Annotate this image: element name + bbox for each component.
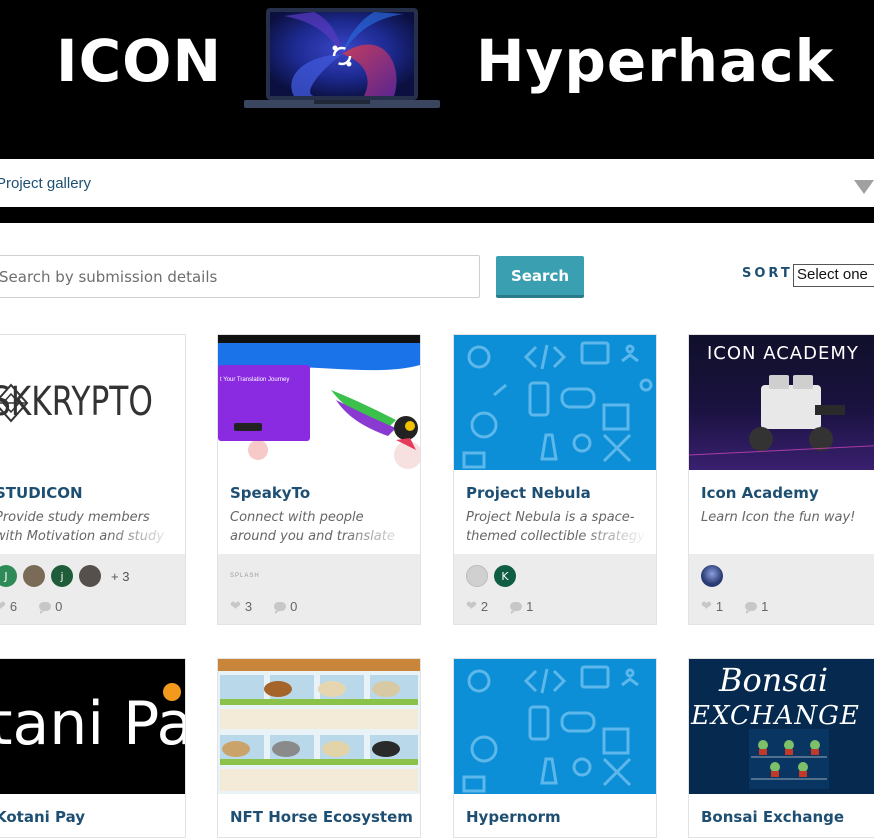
project-title[interactable]: Bonsai Exchange: [701, 808, 844, 826]
more-members-count: + 3: [111, 568, 130, 584]
team-members: [701, 565, 723, 587]
sort-select[interactable]: Select one: [793, 264, 874, 287]
project-thumbnail[interactable]: tani Pa: [0, 659, 185, 794]
project-card[interactable]: Hypernorm: [453, 658, 657, 838]
avatar[interactable]: K: [494, 565, 516, 587]
thumbnail-popup: t Your Translation Journey: [218, 365, 310, 441]
comments-count: 0: [55, 598, 63, 614]
sort-label: SORT: [742, 266, 793, 281]
project-title[interactable]: Icon Academy: [701, 484, 819, 502]
likes-count: 3: [244, 598, 253, 614]
likes-count: 6: [9, 598, 18, 614]
triangle-down-icon[interactable]: [854, 180, 874, 194]
icon-logo-icon: [244, 8, 440, 108]
team-members: K: [466, 565, 516, 587]
card-footer: ❤ 1 1: [689, 554, 874, 624]
project-description: Learn Icon the fun way!: [701, 508, 874, 546]
thumbnail-text: SKKRYPTO: [0, 379, 153, 425]
popup-button: [234, 423, 262, 431]
nav-divider-strip: [0, 207, 874, 223]
bonsai-shelf-icon: [749, 729, 829, 789]
tech-pattern-icon: [462, 341, 653, 469]
project-thumbnail[interactable]: ICON ACADEMY: [689, 335, 874, 470]
project-card[interactable]: NFT Horse Ecosystem: [217, 658, 421, 838]
avatar[interactable]: [79, 565, 101, 587]
project-thumbnail[interactable]: [454, 335, 656, 470]
project-card[interactable]: Bonsai EXCHANGE Bonsai Exchange: [688, 658, 874, 838]
project-thumbnail[interactable]: Bonsai EXCHANGE: [689, 659, 874, 794]
avatar[interactable]: [701, 565, 723, 587]
heart-icon[interactable]: ❤: [701, 598, 712, 614]
nav-label: Project gallery: [0, 175, 92, 192]
likes-count: 1: [715, 598, 724, 614]
comments-count: 1: [761, 598, 769, 614]
card-stats: ❤ 2 1: [466, 598, 533, 614]
project-description: Provide study members with Motivation an…: [0, 508, 177, 546]
team-members: SPLASH: [230, 565, 260, 587]
comment-icon: [39, 601, 52, 614]
comment-icon: [510, 601, 523, 614]
card-footer: J j + 3 ❤ 6 0: [0, 554, 185, 624]
project-thumbnail[interactable]: [454, 659, 656, 794]
heart-icon[interactable]: ❤: [0, 598, 6, 614]
robot-icon: [689, 375, 874, 456]
project-title[interactable]: Kotani Pay: [0, 808, 85, 826]
likes-count: 2: [480, 598, 489, 614]
avatar[interactable]: [466, 565, 488, 587]
project-description: Connect with people around you and trans…: [230, 508, 412, 546]
search-button[interactable]: Search: [496, 256, 584, 298]
avatar[interactable]: [23, 565, 45, 587]
project-card[interactable]: tani Pa Kotani Pay: [0, 658, 186, 838]
project-title[interactable]: NFT Horse Ecosystem: [230, 808, 413, 826]
page-nav-dropdown[interactable]: Project gallery: [0, 159, 874, 207]
thumbnail-text: t Your Translation Journey: [220, 377, 290, 383]
orange-dot-icon: [163, 683, 181, 701]
project-title[interactable]: SpeakyTo: [230, 484, 310, 502]
thumbnail-text: tani Pa: [0, 689, 185, 759]
horse-grid-icon: [218, 659, 420, 794]
heart-icon[interactable]: ❤: [230, 598, 241, 614]
project-title[interactable]: Hypernorm: [466, 808, 561, 826]
project-card[interactable]: SKKRYPTO STUDICON Provide study members …: [0, 334, 186, 625]
team-members: J j + 3: [0, 565, 129, 587]
comments-count: 1: [526, 598, 534, 614]
project-description: Project Nebula is a space-themed collect…: [466, 508, 648, 546]
avatar[interactable]: J: [0, 565, 17, 587]
card-stats: ❤ 6 0: [0, 598, 62, 614]
banner-word-right: Hyperhack: [476, 27, 835, 95]
project-card[interactable]: t Your Translation Journey SpeakyTo Conn…: [217, 334, 421, 625]
project-card[interactable]: ICON ACADEMY Icon Academy Learn Icon the…: [688, 334, 874, 625]
card-footer: K ❤ 2 1: [454, 554, 656, 624]
comment-icon: [745, 601, 758, 614]
comments-count: 0: [290, 598, 298, 614]
search-input[interactable]: [0, 255, 480, 298]
project-thumbnail[interactable]: SKKRYPTO: [0, 335, 185, 470]
avatar[interactable]: j: [51, 565, 73, 587]
card-footer: SPLASH ❤ 3 0: [218, 554, 420, 624]
project-title[interactable]: STUDICON: [0, 484, 83, 502]
card-stats: ❤ 3 0: [230, 598, 297, 614]
project-thumbnail[interactable]: t Your Translation Journey: [218, 335, 420, 470]
hackathon-banner: ICON Hyperhack: [0, 0, 874, 159]
bird-icon: [331, 390, 418, 450]
project-card[interactable]: Project Nebula Project Nebula is a space…: [453, 334, 657, 625]
banner-word-left: ICON: [56, 27, 222, 95]
project-title[interactable]: Project Nebula: [466, 484, 591, 502]
team-logo: SPLASH: [230, 573, 260, 579]
project-thumbnail[interactable]: [218, 659, 420, 794]
comment-icon: [274, 601, 287, 614]
tech-pattern-icon: [462, 665, 639, 793]
card-stats: ❤ 1 1: [701, 598, 768, 614]
heart-icon[interactable]: ❤: [466, 598, 477, 614]
